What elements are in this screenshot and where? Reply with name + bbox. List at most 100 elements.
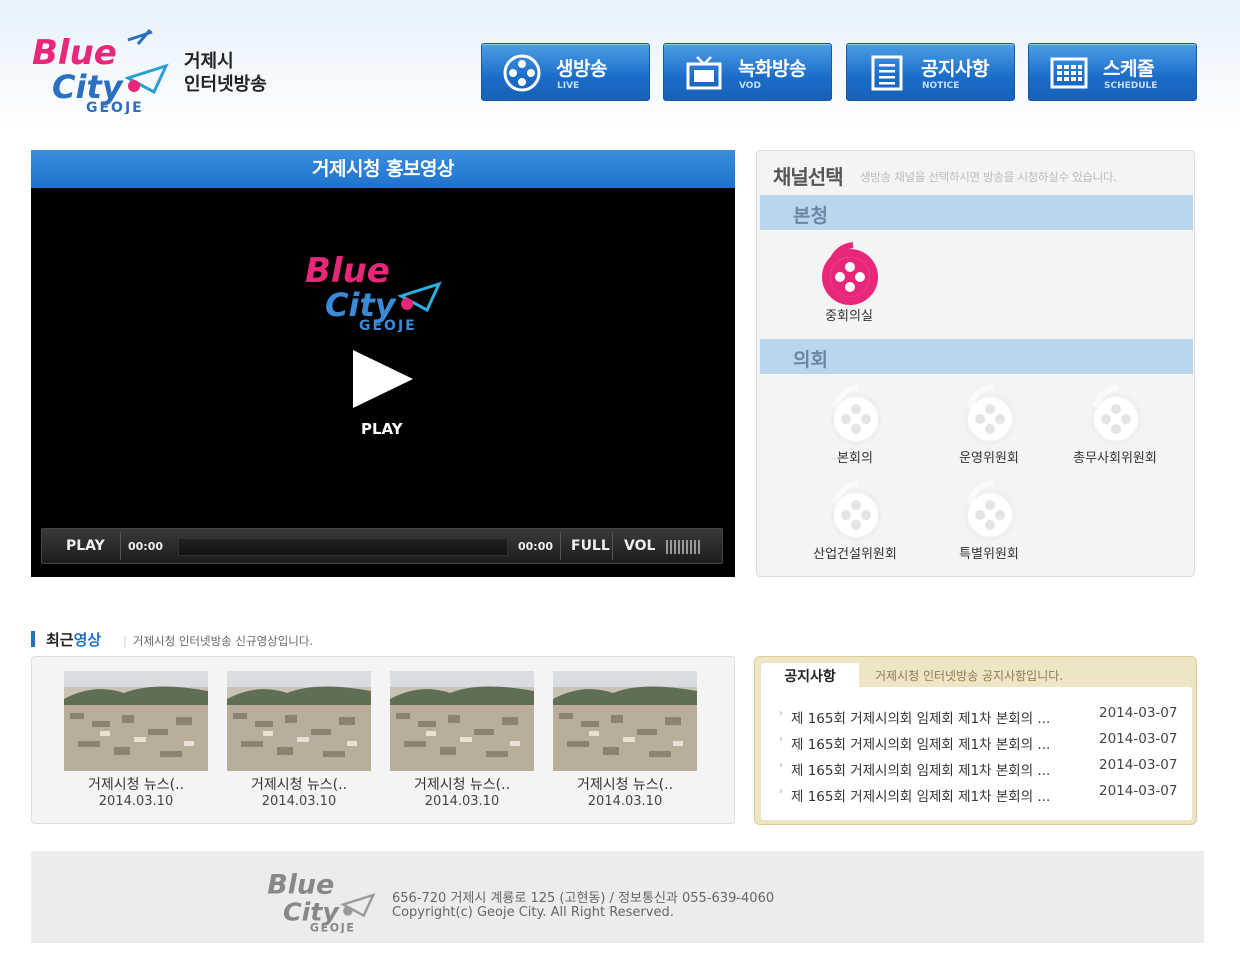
channel-item-main-meeting-room[interactable]: 중회의실 [809,241,889,324]
channel-description: 생방송 채널을 선택하시면 방송을 시청하실수 있습니다. [860,170,1117,184]
channel-item-industry-committee[interactable]: 산업건설위원회 [807,479,903,562]
video-thumbnail-card[interactable]: 거제시청 뉴스(.. 2014.03.10 [64,671,208,809]
video-date: 2014.03.10 [424,794,500,809]
fullscreen-button[interactable]: FULL [571,538,610,554]
notice-date: 2014-03-07 [1099,731,1178,747]
notice-title[interactable]: 제 165회 거제시의회 임제회 제1차 본회의 ... [791,707,1050,727]
player-logo: Blue City GEOJE [305,251,442,332]
section-name: 본청 [793,205,828,227]
video-thumbnail-card[interactable]: 거제시청 뉴스(.. 2014.03.10 [390,671,534,809]
channel-item-special-committee[interactable]: 특별위원회 [949,479,1029,562]
notice-panel: › 제 165회 거제시의회 임제회 제1차 본회의 ... 2014-03-0… [754,656,1197,825]
control-divider [120,532,121,560]
film-reel-icon [1090,384,1142,445]
nav-notice-sub: NOTICE [922,81,960,91]
time-total: 00:00 [518,540,554,553]
bullet-icon: › [779,708,783,719]
nav-notice-button[interactable]: 공지사항 NOTICE [846,43,1015,101]
bullet-icon: › [779,786,783,797]
video-title[interactable]: 거제시청 뉴스(.. [390,774,534,794]
channel-item-plenary[interactable]: 본회의 [815,383,895,466]
notice-row[interactable]: › 제 165회 거제시의회 임제회 제1차 본회의 ... 2014-03-0… [779,757,1184,779]
document-list-icon [871,55,903,91]
video-thumbnail-image[interactable] [227,671,371,771]
notice-list: › 제 165회 거제시의회 임제회 제1차 본회의 ... 2014-03-0… [761,687,1192,820]
calendar-grid-icon [1050,57,1088,89]
notice-row[interactable]: › 제 165회 거제시의회 임제회 제1차 본회의 ... 2014-03-0… [779,705,1184,727]
blue-city-geoje-logo[interactable]: Blue City GEOJE [30,28,170,114]
channel-item-general-affairs-committee[interactable]: 총무사회위원회 [1067,383,1163,466]
notice-description: 거제시청 인터넷방송 공지사항입니다. [875,669,1064,683]
bullet-icon: › [779,734,783,745]
video-date: 2014.03.10 [261,794,337,809]
nav-schedule-button[interactable]: 스케줄 SCHEDULE [1028,43,1197,101]
section-name: 의회 [793,349,828,371]
nav-vod-label: 녹화방송 [738,58,806,80]
channel-section-header: 본청 [760,195,1193,230]
video-title[interactable]: 거제시청 뉴스(.. [553,774,697,794]
channel-label: 운영위원회 [959,451,1019,466]
notice-title[interactable]: 제 165회 거제시의회 임제회 제1차 본회의 ... [791,733,1050,753]
video-title[interactable]: 거제시청 뉴스(.. [227,774,371,794]
channel-label: 중회의실 [825,309,873,324]
footer-copyright: Copyright(c) Geoje City. All Right Reser… [392,905,674,920]
video-thumbnail-card[interactable]: 거제시청 뉴스(.. 2014.03.10 [553,671,697,809]
channel-select-panel: 채널선택 생방송 채널을 선택하시면 방송을 시청하실수 있습니다. 본청 중회… [756,150,1195,577]
seek-bar[interactable] [178,538,508,556]
video-thumbnail-image[interactable] [64,671,208,771]
film-reel-icon [503,54,541,92]
site-title-line1: 거제시 [184,51,234,72]
notice-row[interactable]: › 제 165회 거제시의회 임제회 제1차 본회의 ... 2014-03-0… [779,731,1184,753]
notice-date: 2014-03-07 [1099,783,1178,799]
nav-notice-label: 공지사항 [921,58,989,80]
recent-description: 거제시청 인터넷방송 신규영상입니다. [123,633,313,649]
control-play-button[interactable]: PLAY [66,538,105,554]
notice-row[interactable]: › 제 165회 거제시의회 임제회 제1차 본회의 ... 2014-03-0… [779,783,1184,805]
video-date: 2014.03.10 [98,794,174,809]
channel-title: 채널선택 [773,165,844,189]
nav-schedule-sub: SCHEDULE [1104,81,1158,91]
bullet-icon: › [779,760,783,771]
volume-slider[interactable] [666,540,700,554]
play-overlay-label[interactable]: PLAY [361,420,403,438]
channel-label: 산업건설위원회 [813,547,897,562]
site-title-line2: 인터넷방송 [184,74,267,95]
control-divider [560,532,561,560]
channel-label: 총무사회위원회 [1073,451,1157,466]
volume-label: VOL [624,538,656,554]
nav-vod-button[interactable]: 녹화방송 VOD [663,43,832,101]
film-reel-icon [822,242,878,305]
video-title[interactable]: 거제시청 뉴스(.. [64,774,208,794]
header-accent-bar [31,631,35,647]
nav-vod-sub: VOD [739,81,761,91]
channel-label: 특별위원회 [959,547,1019,562]
channel-item-operation-committee[interactable]: 운영위원회 [949,383,1029,466]
notice-title[interactable]: 제 165회 거제시의회 임제회 제1차 본회의 ... [791,759,1050,779]
tab-notice[interactable]: 공지사항 [761,663,859,691]
notice-date: 2014-03-07 [1099,757,1178,773]
svg-text:Blue: Blue [305,251,390,291]
svg-text:Blue: Blue [32,33,117,73]
film-reel-icon [964,384,1016,445]
footer: Blue City GEOJE 656-720 거제시 계룡로 125 (고현동… [31,851,1204,943]
channel-label: 본회의 [837,451,873,466]
video-player[interactable]: 거제시청 홍보영상 Blue City GEOJE PLAY PLAY 00:0… [31,150,735,577]
film-reel-icon [830,480,882,541]
footer-logo: Blue City GEOJE [267,869,376,933]
svg-text:GEOJE: GEOJE [310,921,356,933]
footer-address: 656-720 거제시 계룡로 125 (고현동) / 정보통신과 055-63… [392,891,775,906]
recent-title: 최근영상 [46,631,102,649]
video-thumbnail-image[interactable] [390,671,534,771]
video-thumbnail-card[interactable]: 거제시청 뉴스(.. 2014.03.10 [227,671,371,809]
notice-title[interactable]: 제 165회 거제시의회 임제회 제1차 본회의 ... [791,785,1050,805]
time-current: 00:00 [128,540,164,553]
notice-date: 2014-03-07 [1099,705,1178,721]
control-divider [612,532,613,560]
channel-section-header: 의회 [760,339,1193,374]
play-big-icon[interactable] [351,348,415,410]
svg-text:GEOJE: GEOJE [359,318,417,332]
video-date: 2014.03.10 [587,794,663,809]
video-thumbnail-image[interactable] [553,671,697,771]
nav-live-button[interactable]: 생방송 LIVE [481,43,650,101]
site-title: 거제시 인터넷방송 [184,50,267,96]
